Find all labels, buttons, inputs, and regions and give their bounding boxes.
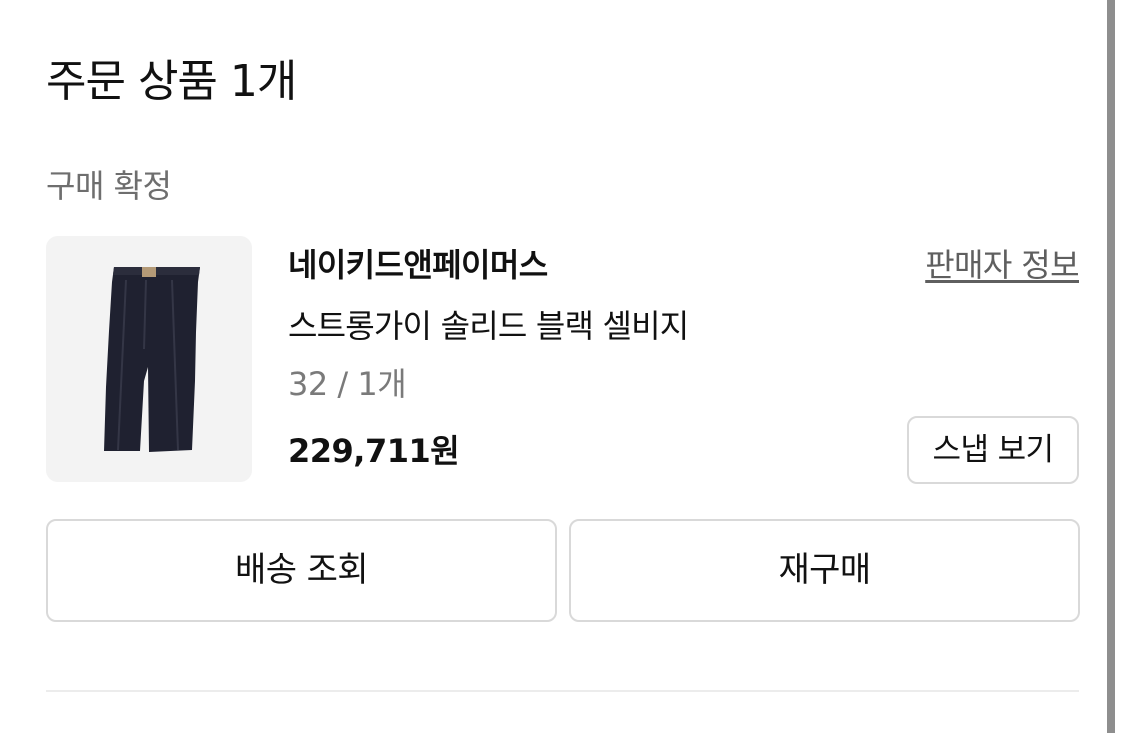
snap-view-button[interactable]: 스냅 보기 (907, 416, 1079, 484)
jeans-image (46, 236, 252, 482)
product-name[interactable]: 스트롱가이 솔리드 블랙 셀비지 (288, 305, 689, 347)
brand-name[interactable]: 네이키드앤페이머스 (288, 244, 548, 286)
page-scrollbar[interactable] (1107, 0, 1115, 733)
order-product-page: 주문 상품 1개 구매 확정 네이키드앤페이머스 판매자 정보 스트롱가이 솔리… (0, 0, 1125, 733)
product-thumbnail[interactable] (46, 236, 252, 482)
section-divider (46, 690, 1079, 692)
track-shipping-button[interactable]: 배송 조회 (46, 519, 557, 622)
product-option: 32 / 1개 (288, 365, 407, 403)
page-title: 주문 상품 1개 (46, 56, 297, 107)
seller-info-link[interactable]: 판매자 정보 (925, 244, 1079, 286)
product-price: 229,711원 (288, 432, 460, 470)
order-status-label: 구매 확정 (46, 167, 172, 205)
reorder-button[interactable]: 재구매 (569, 519, 1080, 622)
